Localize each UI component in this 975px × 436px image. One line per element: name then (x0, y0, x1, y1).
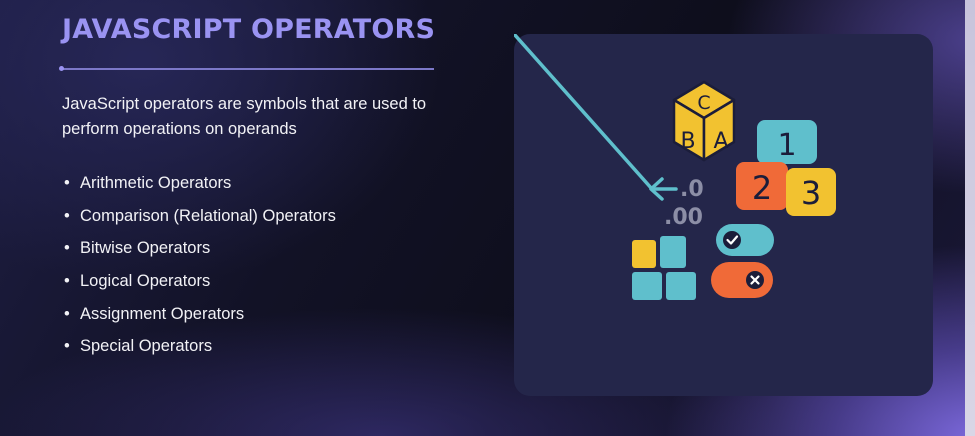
operator-list: Arithmetic Operators Comparison (Relatio… (64, 170, 336, 366)
intro-text: JavaScript operators are symbols that ar… (62, 95, 427, 138)
grid-square-yellow (632, 240, 656, 268)
grid-square-teal-2 (632, 272, 662, 300)
cube-letter-a: A (713, 129, 728, 154)
slide-title: JAVASCRIPT OPERATORS (62, 14, 436, 45)
decimal-bottom: .00 (664, 205, 703, 230)
cube-letter-b: B (680, 129, 695, 154)
square-grid (632, 236, 696, 300)
operators-illustration: C B A 1 2 3 .0 .00 (514, 34, 836, 300)
window-edge (965, 0, 975, 436)
cube-letter-c: C (697, 92, 710, 114)
operator-item-logical: Logical Operators (64, 268, 336, 301)
operator-item-special: Special Operators (64, 333, 336, 366)
number-blocks: 1 2 3 (736, 120, 836, 216)
number-block-3-label: 3 (801, 174, 821, 212)
number-block-1-label: 1 (777, 128, 796, 163)
number-block-2-label: 2 (752, 169, 772, 207)
operator-item-assignment: Assignment Operators (64, 301, 336, 334)
letter-cube: C B A (672, 80, 736, 162)
grid-square-teal-3 (666, 272, 696, 300)
title-underline-dot (59, 66, 64, 71)
check-icon (723, 231, 741, 249)
operator-item-bitwise: Bitwise Operators (64, 235, 336, 268)
left-arrow-icon (514, 34, 678, 201)
decimal-top: .0 (680, 177, 704, 202)
toggle-on (716, 224, 774, 256)
toggle-off (711, 262, 773, 298)
illustration-card: C B A 1 2 3 .0 .00 (514, 34, 933, 396)
grid-square-teal-1 (660, 236, 686, 268)
slide: JAVASCRIPT OPERATORS JavaScript operator… (0, 0, 975, 436)
operator-item-comparison: Comparison (Relational) Operators (64, 203, 336, 236)
title-underline (62, 68, 434, 70)
operator-item-arithmetic: Arithmetic Operators (64, 170, 336, 203)
